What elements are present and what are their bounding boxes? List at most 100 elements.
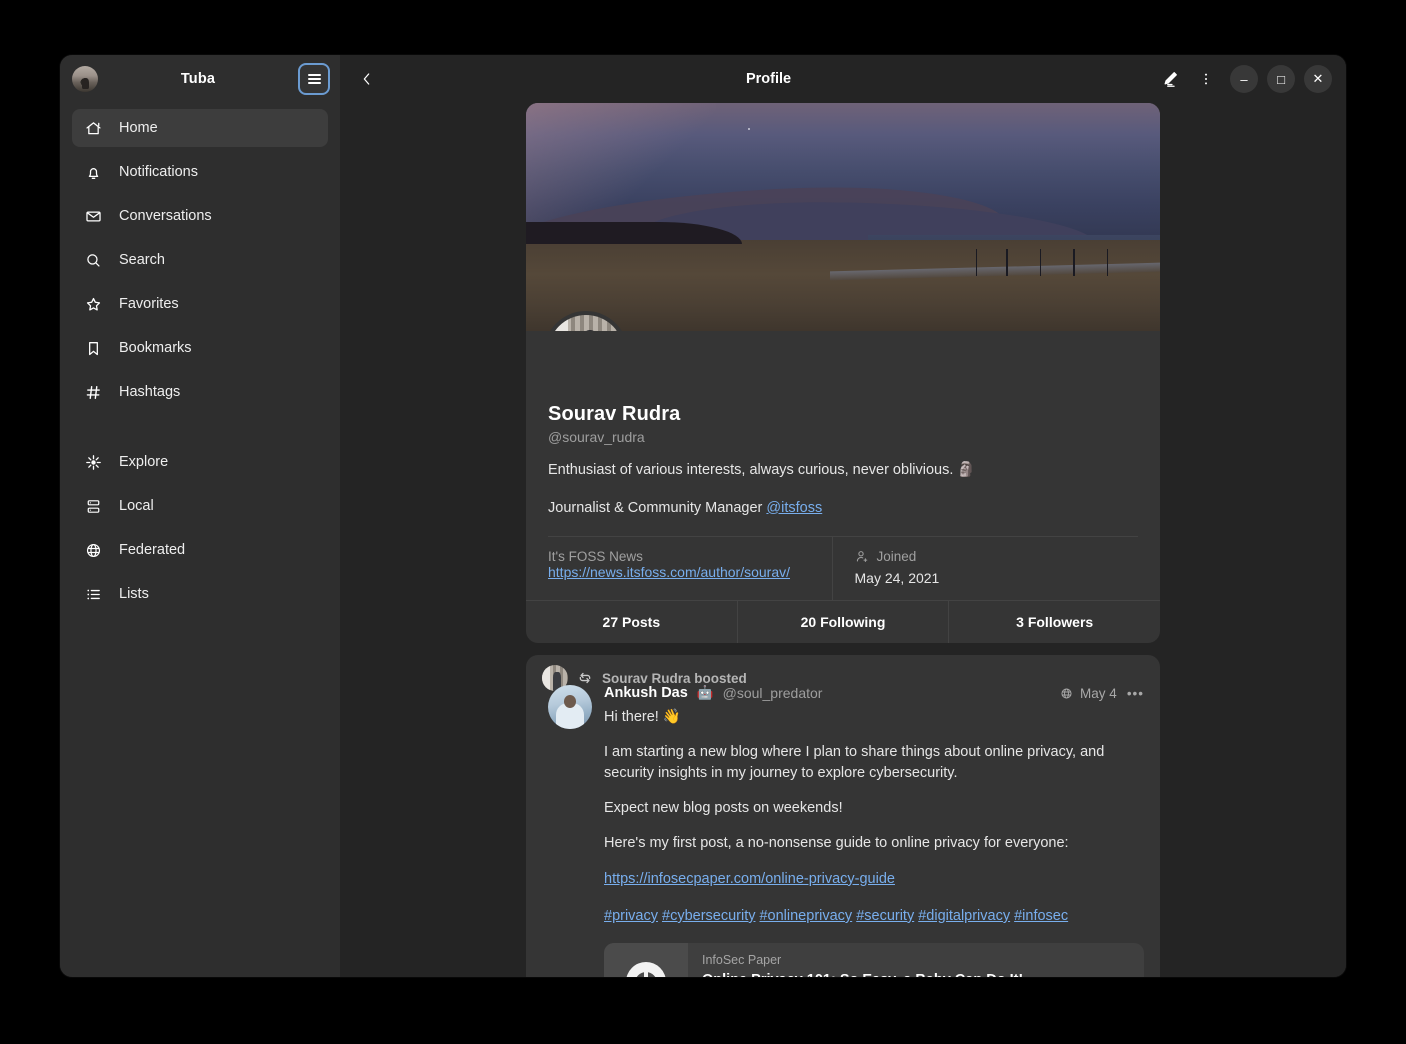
post-meta: May 4 ••• xyxy=(1060,686,1144,701)
back-button[interactable] xyxy=(352,64,382,94)
sidebar-item-label: Lists xyxy=(119,586,149,602)
profile-display-name: Sourav Rudra xyxy=(548,403,1138,426)
home-icon xyxy=(84,119,102,137)
post-external-link[interactable]: https://infosecpaper.com/online-privacy-… xyxy=(604,871,895,887)
field-value: May 24, 2021 xyxy=(855,570,1117,586)
field-label-row: Joined xyxy=(855,549,1117,564)
field-value-link[interactable]: https://news.itsfoss.com/author/sourav/ xyxy=(548,564,790,580)
sidebar-item-search[interactable]: Search xyxy=(72,241,328,279)
close-button[interactable]: ✕ xyxy=(1304,65,1332,93)
hash-icon xyxy=(84,383,102,401)
post-author-handle[interactable]: @soul_predator xyxy=(723,685,823,701)
sidebar-header: Tuba xyxy=(60,55,340,103)
chevron-left-icon xyxy=(359,71,375,87)
header-bar: Profile – □ ✕ xyxy=(340,55,1346,103)
link-preview-title: Online Privacy 101: So Easy, a Baby Can … xyxy=(702,972,1023,977)
field-label: Joined xyxy=(877,549,917,564)
sidebar-item-federated[interactable]: Federated xyxy=(72,531,328,569)
bio-text: Enthusiast of various interests, always … xyxy=(548,462,953,478)
profile-banner-image xyxy=(526,103,1160,331)
sidebar-item-favorites[interactable]: Favorites xyxy=(72,285,328,323)
mention-link-itsfoss[interactable]: @itsfoss xyxy=(766,500,822,516)
link-preview-info: InfoSec Paper Online Privacy 101: So Eas… xyxy=(688,943,1037,977)
post-paragraph: Hi there! 👋 xyxy=(604,707,1144,727)
sidebar-item-hashtags[interactable]: Hashtags xyxy=(72,373,328,411)
hashtag-link[interactable]: #cybersecurity xyxy=(662,908,755,924)
profile-field-website: It's FOSS News https://news.itsfoss.com/… xyxy=(548,537,832,600)
avatar-wall xyxy=(548,315,568,331)
post-author-name[interactable]: Ankush Das xyxy=(604,685,688,701)
post-main: Ankush Das 🤖 @soul_predator May 4 ••• xyxy=(542,685,1144,977)
compose-pencil-icon xyxy=(1161,70,1179,88)
stat-followers[interactable]: 3 Followers xyxy=(948,601,1160,643)
post-link-paragraph: https://infosecpaper.com/online-privacy-… xyxy=(604,869,1144,889)
stat-following[interactable]: 20 Following xyxy=(737,601,949,643)
link-preview-site: InfoSec Paper xyxy=(702,953,1023,967)
sidebar-item-explore[interactable]: Explore xyxy=(72,443,328,481)
content-scroll-area[interactable]: Sourav Rudra @sourav_rudra Enthusiast of… xyxy=(340,103,1346,977)
boost-label: Sourav Rudra boosted xyxy=(602,671,747,686)
account-avatar[interactable] xyxy=(72,66,98,92)
page-title: Profile xyxy=(386,71,1151,87)
bio-emoji: 🗿 xyxy=(957,462,975,478)
sidebar-nav: Home Notifications Conversations xyxy=(60,103,340,619)
avatar-head xyxy=(564,695,576,708)
post-hashtags: #privacy#cybersecurity#onlineprivacy#sec… xyxy=(604,906,1144,926)
sidebar-item-label: Search xyxy=(119,252,165,268)
hashtag-link[interactable]: #digitalprivacy xyxy=(918,908,1010,924)
sidebar-item-lists[interactable]: Lists xyxy=(72,575,328,613)
sidebar-item-label: Favorites xyxy=(119,296,179,312)
sidebar-item-label: Bookmarks xyxy=(119,340,192,356)
bio-text: Journalist & Community Manager xyxy=(548,500,766,516)
profile-card: Sourav Rudra @sourav_rudra Enthusiast of… xyxy=(526,103,1160,643)
sidebar-item-label: Home xyxy=(119,120,158,136)
sidebar-divider-space xyxy=(72,417,328,443)
hashtag-link[interactable]: #onlineprivacy xyxy=(759,908,852,924)
banner-star xyxy=(748,128,750,130)
hamburger-icon xyxy=(308,71,321,86)
post-paragraph: I am starting a new blog where I plan to… xyxy=(604,742,1144,783)
link-preview-thumbnail xyxy=(604,943,688,977)
link-preview-card[interactable]: InfoSec Paper Online Privacy 101: So Eas… xyxy=(604,943,1144,977)
compose-button[interactable] xyxy=(1155,64,1185,94)
sidebar-item-notifications[interactable]: Notifications xyxy=(72,153,328,191)
overflow-menu-button[interactable] xyxy=(1191,64,1221,94)
desktop-background: Tuba Home Notifications xyxy=(0,0,1406,1044)
avatar-wall xyxy=(542,665,550,691)
maximize-button[interactable]: □ xyxy=(1267,65,1295,93)
post-paragraph: Here's my first post, a no-nonsense guid… xyxy=(604,833,1144,853)
person-add-icon xyxy=(855,549,870,564)
sidebar-item-home[interactable]: Home xyxy=(72,109,328,147)
profile-details: Sourav Rudra @sourav_rudra Enthusiast of… xyxy=(526,331,1160,643)
stat-posts[interactable]: 27 Posts xyxy=(526,601,737,643)
post-author-emoji: 🤖 xyxy=(697,686,714,700)
server-icon xyxy=(84,497,102,515)
feed-column: Sourav Rudra @sourav_rudra Enthusiast of… xyxy=(526,103,1160,977)
avatar-head xyxy=(583,330,597,331)
app-title: Tuba xyxy=(106,71,290,87)
hashtag-link[interactable]: #privacy xyxy=(604,908,658,924)
sidebar: Tuba Home Notifications xyxy=(60,55,340,977)
globe-icon xyxy=(1060,687,1073,700)
profile-handle: @sourav_rudra xyxy=(548,429,1138,445)
bookmark-icon xyxy=(84,339,102,357)
author-avatar[interactable] xyxy=(548,685,592,729)
sidebar-item-bookmarks[interactable]: Bookmarks xyxy=(72,329,328,367)
profile-field-joined: Joined May 24, 2021 xyxy=(832,537,1139,600)
hashtag-link[interactable]: #infosec xyxy=(1014,908,1068,924)
post-author-row: Ankush Das 🤖 @soul_predator May 4 ••• xyxy=(604,685,1144,701)
three-dots-vertical-icon xyxy=(1198,71,1214,87)
hamburger-menu-button[interactable] xyxy=(298,63,330,95)
post-card[interactable]: Sourav Rudra boosted Ankush Das 🤖 xyxy=(526,655,1160,977)
hashtag-link[interactable]: #security xyxy=(856,908,914,924)
explore-icon xyxy=(84,453,102,471)
sidebar-item-label: Local xyxy=(119,498,154,514)
sidebar-item-local[interactable]: Local xyxy=(72,487,328,525)
post-more-button[interactable]: ••• xyxy=(1124,686,1144,701)
sidebar-item-conversations[interactable]: Conversations xyxy=(72,197,328,235)
minimize-button[interactable]: – xyxy=(1230,65,1258,93)
search-icon xyxy=(84,251,102,269)
sidebar-item-label: Explore xyxy=(119,454,168,470)
infosec-paper-logo-icon xyxy=(626,962,666,977)
bell-icon xyxy=(84,163,102,181)
